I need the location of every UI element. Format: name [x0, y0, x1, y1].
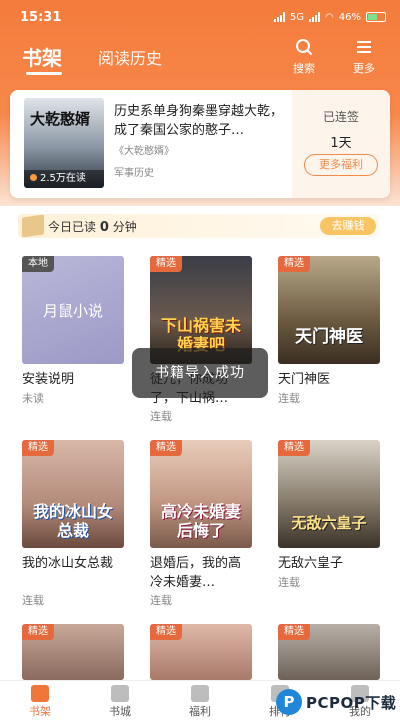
book-icon	[22, 214, 44, 238]
status-bar: 15:31 5G ◠ 46%	[0, 0, 400, 34]
book-cover[interactable]: 精选 天门神医	[278, 256, 380, 364]
book-cover[interactable]: 精选	[150, 624, 252, 680]
top-nav: 书架 阅读历史 搜索 更多	[0, 36, 400, 78]
gift-icon	[191, 685, 209, 702]
featured-source: 《大乾憨婿》	[114, 146, 174, 157]
watermark-logo: P	[276, 689, 302, 715]
featured-cover[interactable]: 大乾憨婿 2.5万在读	[24, 98, 104, 188]
book-title: 退婚后，我的高冷未婚妻…	[150, 556, 242, 590]
book-status: 连载	[278, 392, 300, 405]
bottom-tab-bookstore[interactable]: 书城	[90, 681, 150, 719]
bottom-tab-bookshelf[interactable]: 书架	[10, 681, 70, 719]
sign-in-panel: 已连签 1天 更多福利	[292, 90, 390, 198]
featured-reads: 2.5万在读	[24, 170, 104, 188]
signed-days: 1天	[330, 136, 352, 151]
cover-text: 高冷未婚妻后悔了	[160, 502, 241, 540]
book-cover[interactable]: 本地 月鼠小说	[22, 256, 124, 364]
signed-label: 已连签	[322, 110, 359, 124]
more-label: 更多	[353, 62, 375, 75]
active-tab-indicator	[26, 72, 62, 75]
fire-icon	[30, 174, 37, 181]
book-status: 连载	[150, 410, 172, 423]
featured-title: 历史系单身狗秦墨穿越大乾，成了秦国公家的憨子…	[114, 104, 284, 138]
search-button[interactable]: 搜索	[284, 38, 324, 76]
featured-badge: 精选	[278, 624, 310, 640]
battery-icon	[366, 12, 386, 22]
search-icon	[284, 38, 324, 60]
featured-cover-title: 大乾憨婿	[30, 110, 91, 128]
wifi-icon: ◠	[325, 11, 334, 23]
signal-icon-2	[309, 12, 321, 22]
bottom-tab-label: 书架	[29, 705, 51, 718]
featured-badge: 精选	[150, 440, 182, 456]
bottom-tab-label: 书城	[109, 705, 131, 718]
earn-money-button[interactable]: 去赚钱	[320, 217, 376, 235]
import-success-toast: 书籍导入成功	[132, 348, 268, 398]
local-badge: 本地	[22, 256, 54, 272]
book-cover[interactable]: 精选	[278, 624, 380, 680]
featured-badge: 精选	[278, 256, 310, 272]
featured-badge: 精选	[278, 440, 310, 456]
network-label: 5G	[289, 11, 305, 23]
cover-text: 无敌六皇子	[291, 514, 367, 532]
book-status: 连载	[278, 576, 300, 589]
featured-badge: 精选	[22, 440, 54, 456]
search-label: 搜索	[293, 62, 315, 75]
watermark-text: PCPOP下载	[306, 693, 397, 712]
reading-minutes: 0	[99, 220, 109, 235]
tab-bookshelf[interactable]: 书架	[22, 42, 62, 71]
book-title: 无敌六皇子	[278, 556, 344, 571]
signal-icon	[273, 12, 285, 22]
book-cover[interactable]: 精选 无敌六皇子	[278, 440, 380, 548]
book-cover[interactable]: 精选 高冷未婚妻后悔了	[150, 440, 252, 548]
cover-text: 月鼠小说	[42, 302, 103, 320]
cover-text: 我的冰山女总裁	[32, 502, 113, 540]
more-icon	[344, 38, 384, 60]
featured-badge: 精选	[150, 624, 182, 640]
featured-badge: 精选	[150, 256, 182, 272]
book-cover[interactable]: 精选 我的冰山女总裁	[22, 440, 124, 548]
bottom-tab-label: 福利	[189, 705, 211, 718]
book-status: 未读	[22, 392, 44, 405]
book-title: 我的冰山女总裁	[22, 556, 114, 571]
book-status: 连载	[22, 594, 44, 607]
book-status: 连载	[150, 594, 172, 607]
battery-percent: 46%	[338, 11, 361, 23]
more-welfare-button[interactable]: 更多福利	[304, 154, 378, 176]
cover-text: 天门神医	[295, 327, 363, 347]
watermark: P PCPOP下载	[276, 688, 396, 716]
tab-reading-history[interactable]: 阅读历史	[98, 45, 162, 69]
bottom-tab-welfare[interactable]: 福利	[170, 681, 230, 719]
book-title: 天门神医	[278, 372, 331, 387]
featured-book-card[interactable]: 大乾憨婿 2.5万在读 历史系单身狗秦墨穿越大乾，成了秦国公家的憨子… 《大乾憨…	[10, 90, 390, 198]
featured-category: 军事历史	[114, 168, 154, 179]
status-time: 15:31	[20, 9, 62, 25]
bookstore-icon	[111, 685, 129, 702]
reading-time-text: 今日已读 0 分钟	[48, 220, 137, 235]
reading-time-bar: 今日已读 0 分钟 去赚钱	[18, 214, 380, 238]
status-icons: 5G ◠ 46%	[273, 11, 386, 23]
book-cover[interactable]: 精选	[22, 624, 124, 680]
bookshelf-icon	[31, 685, 49, 702]
book-title: 安装说明	[22, 372, 75, 387]
featured-badge: 精选	[22, 624, 54, 640]
more-button[interactable]: 更多	[344, 38, 384, 76]
